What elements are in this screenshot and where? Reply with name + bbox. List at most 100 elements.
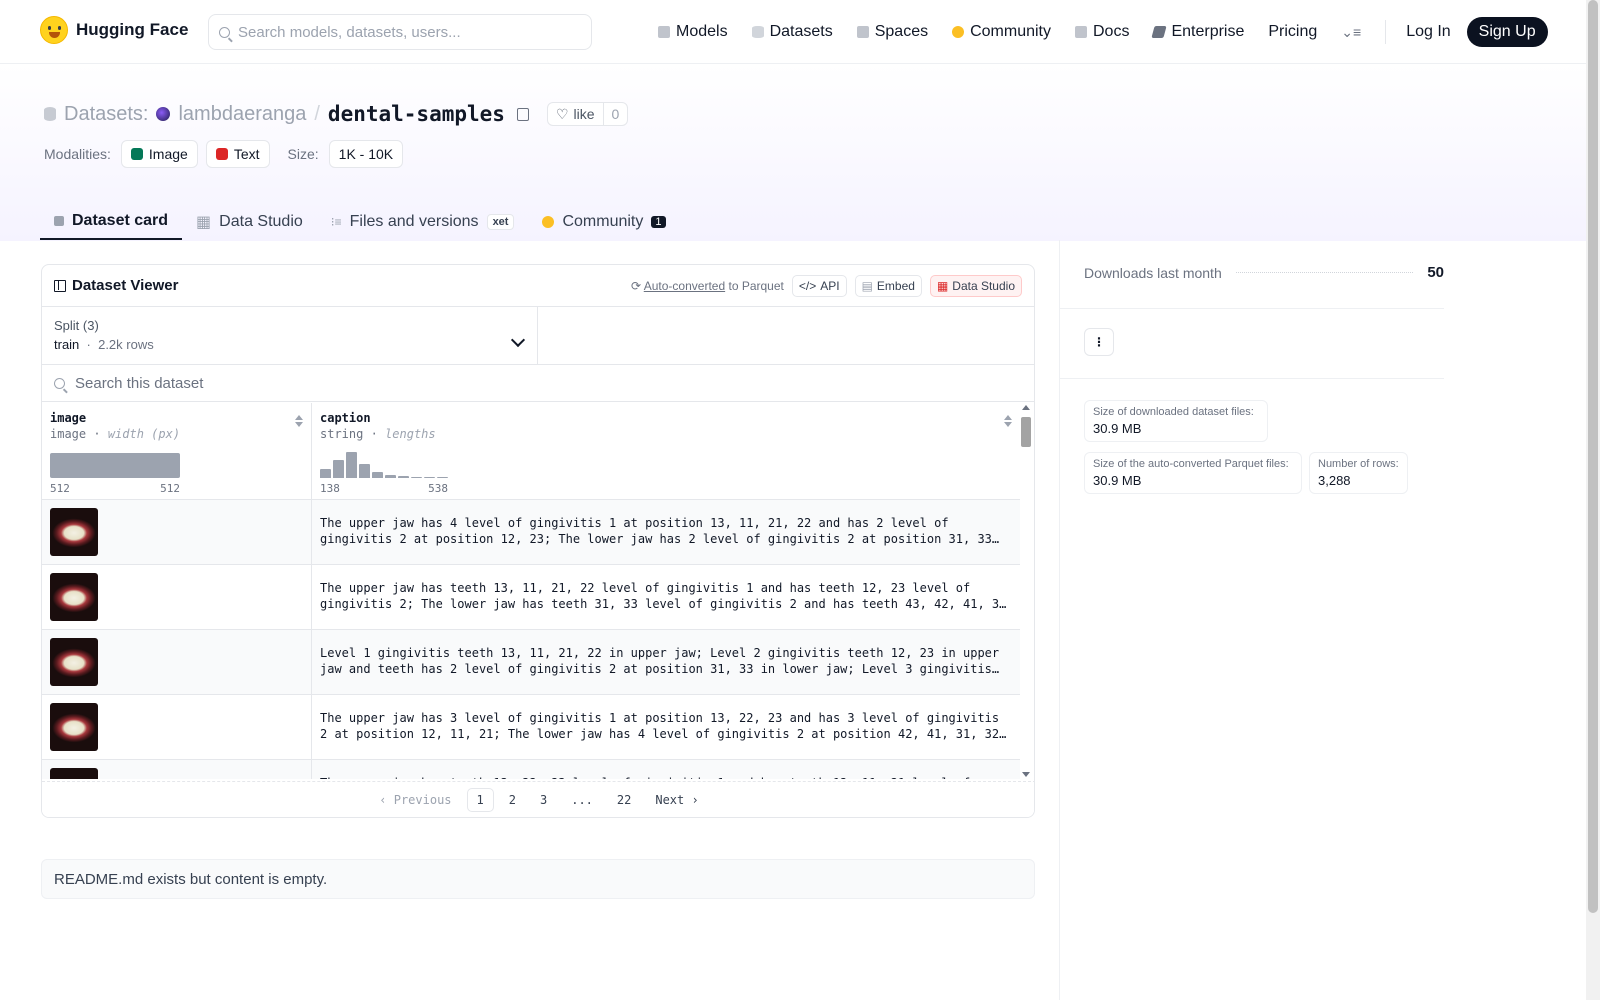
modality-text-tag[interactable]: Text (205, 140, 270, 168)
data-studio-icon: ▦ (936, 278, 949, 293)
column-header-caption[interactable]: caption string · lengths 138 538 (312, 403, 1020, 499)
database-icon (751, 26, 764, 38)
dental-image-thumbnail[interactable] (50, 508, 98, 556)
modality-image-tag[interactable]: Image (120, 140, 198, 168)
image-icon (130, 148, 143, 160)
nav-datasets[interactable]: Datasets (751, 23, 833, 41)
histogram-bar[interactable] (320, 469, 331, 478)
histogram-bar[interactable] (333, 460, 344, 478)
table-row[interactable]: The upper jaw has teeth 13, 11, 21, 22 l… (42, 565, 1020, 630)
image-cell[interactable] (42, 760, 312, 779)
readme-empty-note: README.md exists but content is empty. (41, 859, 1035, 899)
database-icon (44, 107, 56, 121)
previous-page-button[interactable]: ‹ Previous (370, 789, 460, 811)
dental-image-thumbnail[interactable] (50, 703, 98, 751)
nav-spaces[interactable]: Spaces (856, 23, 928, 41)
brand-name: Hugging Face (76, 20, 189, 39)
nav-enterprise[interactable]: Enterprise (1151, 23, 1244, 41)
size-tag[interactable]: 1K - 10K (328, 140, 404, 168)
caption-cell[interactable]: Level 1 gingivitis teeth 13, 11, 21, 22 … (312, 630, 1020, 694)
scroll-up-icon[interactable] (1022, 405, 1030, 410)
repo-title: Datasets: lambdaeranga / dental-samples … (44, 102, 629, 126)
nav-docs[interactable]: Docs (1075, 23, 1129, 41)
dental-image-thumbnail[interactable] (50, 573, 98, 621)
page-22-button[interactable]: 22 (608, 789, 640, 811)
owner-link[interactable]: lambdaeranga (178, 103, 306, 126)
table-scrollbar[interactable] (1018, 403, 1034, 779)
next-page-button[interactable]: Next › (646, 789, 707, 811)
page-2-button[interactable]: 2 (500, 789, 525, 811)
column-header-image[interactable]: image image · width (px) 512 512 (42, 403, 312, 499)
tab-community[interactable]: Community 1 (528, 194, 679, 240)
page-scrollbar[interactable] (1586, 0, 1600, 1000)
scroll-thumb[interactable] (1021, 417, 1031, 447)
sort-icon[interactable] (295, 415, 303, 427)
caption-cell[interactable]: The upper jaw has 4 level of gingivitis … (312, 500, 1020, 564)
api-button[interactable]: </> API (791, 274, 847, 297)
repo-type-label[interactable]: Datasets: (64, 103, 148, 126)
more-menu-icon[interactable]: ⌄≡ (1341, 24, 1361, 41)
nav-models[interactable]: Models (658, 23, 728, 41)
downloads-sparkline (1235, 272, 1414, 273)
histogram-bar[interactable] (372, 472, 383, 478)
table-row[interactable]: The upper jaw has 3 level of gingivitis … (42, 695, 1020, 760)
caption-cell[interactable]: The upper jaw has teeth 13, 11, 21, 22 l… (312, 565, 1020, 629)
global-search-input[interactable] (238, 23, 568, 41)
more-options-button[interactable]: ⋮ (1084, 328, 1114, 356)
brand-logo[interactable]: Hugging Face (40, 16, 188, 44)
heart-icon: ♡ (555, 105, 569, 122)
table-row[interactable]: The upper jaw has 4 level of gingivitis … (42, 500, 1020, 565)
breadcrumb-separator: / (314, 102, 320, 125)
nav-community[interactable]: Community (952, 23, 1051, 41)
page-scroll-thumb[interactable] (1588, 0, 1598, 913)
caption-cell[interactable]: The upper jaw has 3 level of gingivitis … (312, 695, 1020, 759)
signup-button[interactable]: Sign Up (1466, 17, 1548, 47)
split-selector[interactable]: Split (3) train · 2.2k rows (42, 307, 538, 364)
data-studio-button[interactable]: ▦ Data Studio (929, 274, 1022, 297)
dataset-search-input[interactable] (75, 374, 675, 392)
repo-name[interactable]: dental-samples (328, 102, 505, 126)
image-cell[interactable] (42, 630, 312, 694)
scroll-down-icon[interactable] (1022, 772, 1030, 777)
community-count-badge: 1 (651, 216, 666, 228)
image-cell[interactable] (42, 695, 312, 759)
table-row[interactable]: The upper jaw has teeth 13, 22, 23 level… (42, 760, 1020, 779)
sort-icon[interactable] (1004, 415, 1012, 427)
caption-length-histogram (320, 451, 448, 478)
caption-text: The upper jaw has 4 level of gingivitis … (320, 516, 992, 546)
histogram-bar[interactable] (424, 477, 435, 478)
owner-avatar[interactable] (156, 107, 171, 121)
dental-image-thumbnail[interactable] (50, 638, 98, 686)
dataset-search[interactable] (42, 365, 1034, 402)
histogram-bar[interactable] (346, 452, 357, 478)
histogram-bar[interactable] (398, 476, 409, 478)
histogram-bar[interactable] (411, 477, 422, 478)
nav-pricing[interactable]: Pricing (1268, 23, 1317, 41)
image-cell[interactable] (42, 565, 312, 629)
nav-links: Models Datasets Spaces Community Docs En… (658, 16, 1548, 48)
hist-min: 512 (50, 482, 70, 495)
tab-dataset-card[interactable]: Dataset card (40, 194, 183, 240)
text-icon (215, 148, 228, 160)
caption-cell[interactable]: The upper jaw has teeth 13, 22, 23 level… (312, 760, 1020, 779)
global-search[interactable] (208, 14, 592, 50)
histogram-bar[interactable] (50, 453, 180, 478)
histogram-bar[interactable] (437, 477, 448, 478)
auto-converted-link[interactable]: Auto-converted (644, 279, 725, 293)
page-3-button[interactable]: 3 (531, 789, 556, 811)
dental-image-thumbnail[interactable] (50, 768, 98, 779)
like-button[interactable]: ♡ like 0 (546, 102, 629, 126)
copy-icon[interactable] (516, 107, 529, 121)
cube-icon (658, 26, 670, 38)
embed-button[interactable]: ▤ Embed (854, 274, 922, 297)
table-row[interactable]: Level 1 gingivitis teeth 13, 11, 21, 22 … (42, 630, 1020, 695)
histogram-bar[interactable] (385, 475, 396, 478)
histogram-bar[interactable] (359, 464, 370, 478)
pagination: ‹ Previous 1 2 3 ... 22 Next › (42, 781, 1034, 817)
image-cell[interactable] (42, 500, 312, 564)
tab-files-and-versions[interactable]: ⁝≡ Files and versions xet (317, 194, 529, 240)
tab-data-studio[interactable]: ▦ Data Studio (182, 194, 317, 240)
viewer-title: Dataset Viewer (54, 277, 178, 294)
login-link[interactable]: Log In (1406, 23, 1450, 41)
page-1-button[interactable]: 1 (466, 787, 494, 812)
